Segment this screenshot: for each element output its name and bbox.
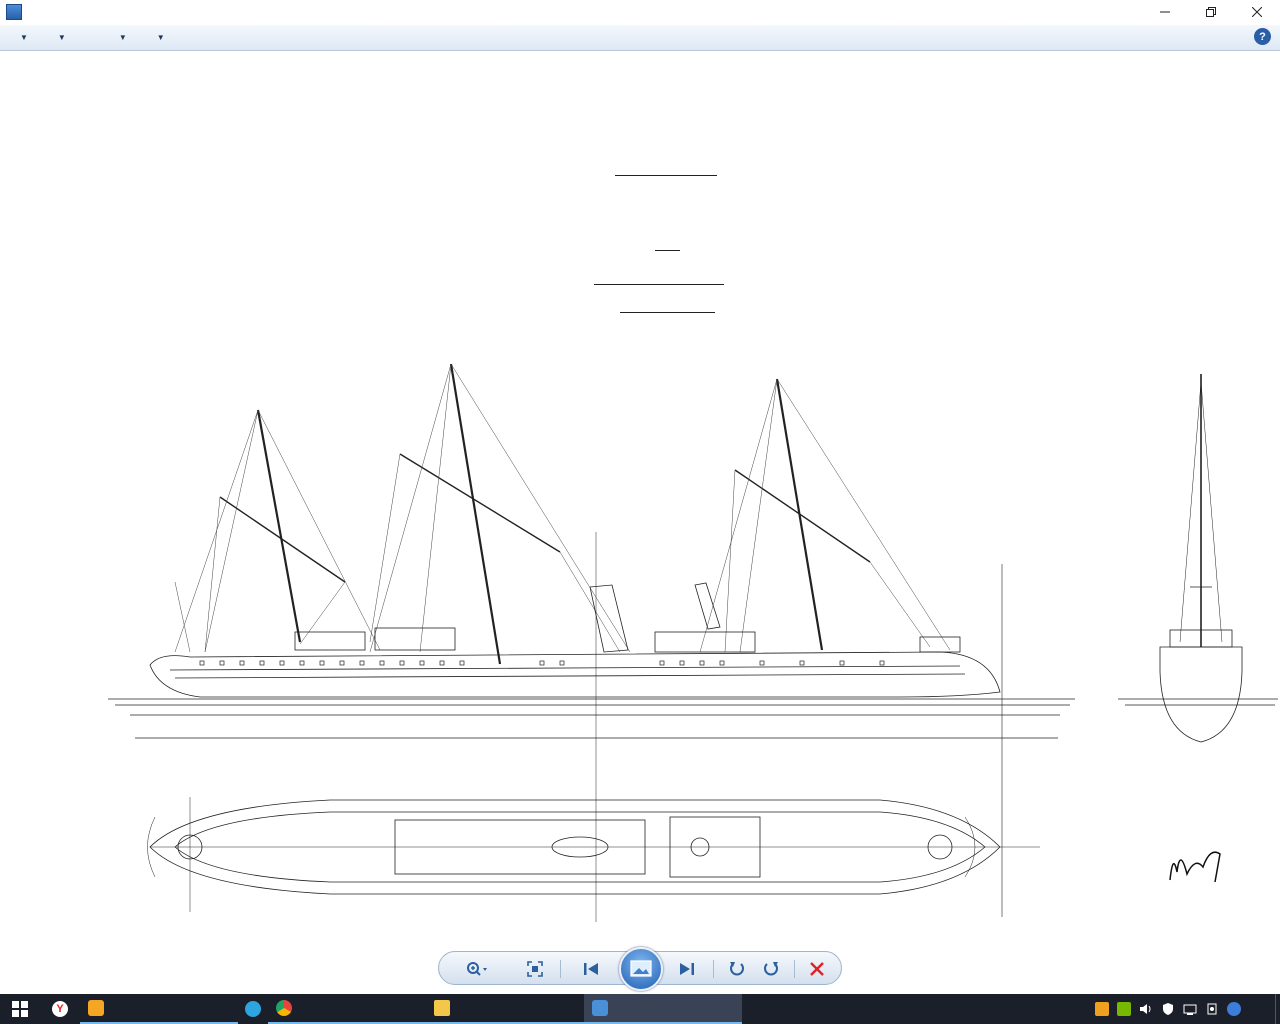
menu-bar: ▼ ▼ ▼ ▼ bbox=[0, 25, 1280, 51]
chevron-down-icon: ▼ bbox=[118, 33, 127, 42]
toolbar-separator bbox=[713, 960, 714, 978]
minimize-icon bbox=[1160, 11, 1170, 13]
menu-burn[interactable]: ▼ bbox=[99, 25, 137, 51]
yandex-icon: Y bbox=[52, 1001, 68, 1017]
taskbar-item-telegram[interactable] bbox=[238, 994, 268, 1024]
rotate-counterclockwise-icon bbox=[730, 962, 744, 976]
next-button[interactable] bbox=[675, 958, 699, 980]
header-rule bbox=[655, 250, 680, 251]
telegram-icon bbox=[245, 1001, 261, 1017]
restore-icon bbox=[1206, 7, 1216, 17]
help-button[interactable]: ? bbox=[1254, 28, 1271, 45]
menu-file[interactable]: ▼ bbox=[0, 25, 38, 51]
help-icon: ? bbox=[1259, 30, 1266, 43]
chrome-icon bbox=[276, 1000, 292, 1016]
menu-print[interactable]: ▼ bbox=[38, 25, 76, 51]
chevron-down-icon: ▼ bbox=[156, 33, 165, 42]
image-viewport[interactable] bbox=[0, 52, 1280, 994]
minimize-button[interactable] bbox=[1142, 0, 1188, 24]
header-rule bbox=[615, 175, 717, 176]
toolbar-separator bbox=[560, 960, 561, 978]
slideshow-button[interactable] bbox=[619, 947, 663, 991]
delete-icon bbox=[810, 962, 824, 976]
zoom-icon bbox=[467, 962, 487, 976]
zoom-button[interactable] bbox=[465, 958, 489, 980]
restore-button[interactable] bbox=[1188, 0, 1234, 24]
close-button[interactable] bbox=[1234, 0, 1280, 24]
network-icon[interactable] bbox=[1183, 1002, 1197, 1016]
rotate-clockwise-button[interactable] bbox=[759, 958, 783, 980]
viewer-toolbar bbox=[438, 947, 842, 991]
start-button[interactable] bbox=[0, 994, 40, 1024]
taskbar-item-game[interactable] bbox=[80, 994, 238, 1024]
folder-icon bbox=[434, 1000, 450, 1016]
usb-icon[interactable] bbox=[1205, 1002, 1219, 1016]
handwritten-signature bbox=[1169, 851, 1221, 883]
chevron-down-icon: ▼ bbox=[57, 33, 66, 42]
taskbar-item-chrome[interactable] bbox=[268, 994, 426, 1024]
header-rule bbox=[620, 312, 715, 313]
taskbar-item-photo-viewer[interactable] bbox=[584, 994, 742, 1024]
previous-icon bbox=[584, 963, 598, 975]
windows-icon bbox=[12, 1001, 28, 1017]
rotate-clockwise-icon bbox=[764, 962, 778, 976]
photo-viewer-icon bbox=[592, 1000, 608, 1016]
menu-email[interactable] bbox=[76, 25, 99, 51]
next-icon bbox=[680, 963, 694, 975]
taskbar-item-folder[interactable] bbox=[426, 994, 584, 1024]
pause-icon[interactable] bbox=[1095, 1002, 1109, 1016]
show-desktop-button[interactable] bbox=[1275, 994, 1280, 1024]
ship-drawing-image bbox=[108, 363, 1278, 922]
taskbar: Y bbox=[0, 994, 1280, 1024]
title-bar bbox=[0, 0, 1280, 24]
actual-size-icon bbox=[527, 961, 543, 977]
close-icon bbox=[1252, 7, 1262, 17]
shield-icon[interactable] bbox=[1161, 1002, 1175, 1016]
window-controls bbox=[1142, 0, 1280, 24]
system-tray bbox=[1091, 994, 1280, 1024]
delete-button[interactable] bbox=[805, 958, 829, 980]
rotate-counterclockwise-button[interactable] bbox=[725, 958, 749, 980]
volume-icon[interactable] bbox=[1139, 1002, 1153, 1016]
header-rule bbox=[594, 284, 724, 285]
yandex-browser-button[interactable]: Y bbox=[40, 994, 80, 1024]
weather-icon[interactable] bbox=[1227, 1002, 1241, 1016]
slideshow-icon bbox=[630, 960, 652, 977]
chevron-down-icon: ▼ bbox=[20, 33, 28, 42]
toolbar-separator bbox=[794, 960, 795, 978]
actual-size-button[interactable] bbox=[523, 958, 547, 980]
photo-viewer-icon bbox=[6, 4, 22, 20]
previous-button[interactable] bbox=[579, 958, 603, 980]
menu-open[interactable]: ▼ bbox=[137, 25, 175, 51]
gamepad-icon bbox=[88, 1000, 104, 1016]
nvidia-icon[interactable] bbox=[1117, 1002, 1131, 1016]
